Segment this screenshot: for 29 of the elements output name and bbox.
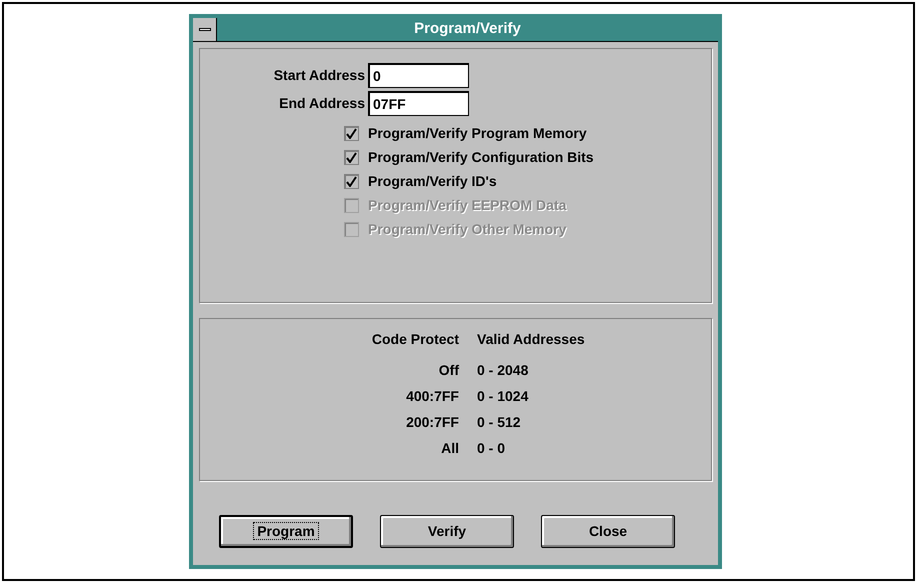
table-cell-text: 0 - 1024	[476, 387, 530, 406]
address-field[interactable]: 0	[368, 62, 469, 88]
checkbox[interactable]	[344, 150, 359, 164]
check-icon	[346, 152, 357, 162]
checkbox-label[interactable]: Program/Verify Configuration Bits	[368, 146, 594, 168]
table-cell-text: 0 - 512	[476, 413, 522, 432]
checkbox[interactable]	[344, 174, 359, 188]
table-cell-text: 400:7FF	[405, 387, 459, 406]
table-cell-text: All	[440, 439, 459, 458]
table-cell-text: 0 - 0	[476, 439, 506, 458]
system-menu-button[interactable]	[193, 18, 217, 41]
dialog-button[interactable]: Close	[541, 515, 675, 548]
checkbox[interactable]	[344, 126, 359, 140]
address-field[interactable]: 07FF	[368, 90, 469, 116]
window-title: Program/Verify	[414, 19, 521, 40]
check-icon	[346, 128, 357, 138]
checkbox-label[interactable]: Program/Verify Program Memory	[368, 122, 587, 144]
table-cell-text: 0 - 2048	[476, 361, 530, 380]
checkbox-label[interactable]: Program/Verify ID's	[368, 170, 497, 192]
column-header: Code Protect	[370, 330, 459, 349]
dialog-button[interactable]: Program	[219, 515, 353, 548]
field-label: End Address	[278, 94, 366, 112]
table-cell-text: Off	[438, 361, 459, 380]
field-label: Start Address	[272, 66, 366, 84]
table-cell-text: 200:7FF	[405, 413, 459, 432]
minus-icon	[198, 28, 210, 31]
dialog-button[interactable]: Verify	[380, 515, 514, 548]
check-icon	[346, 176, 357, 186]
column-header: Valid Addresses	[476, 330, 586, 349]
